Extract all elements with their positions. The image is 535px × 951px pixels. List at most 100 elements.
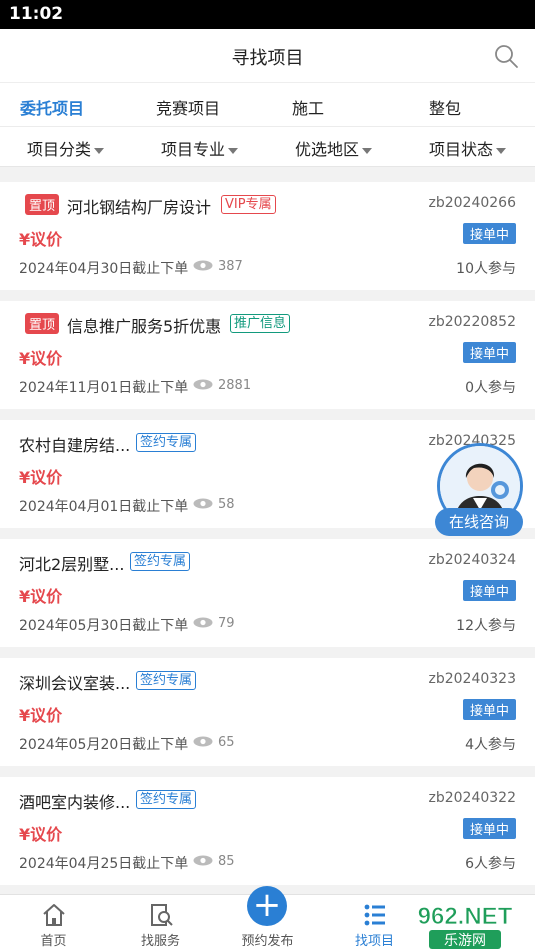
- project-title: 农村自建房结...: [19, 436, 131, 455]
- project-deadline: 2024年05月20日截止下单: [19, 737, 189, 753]
- home-icon: [42, 904, 65, 926]
- project-title: 河北钢结构厂房设计: [67, 198, 212, 217]
- project-card[interactable]: 河北2层别墅... 签约专属 zb20240324 ¥议价 接单中 2024年0…: [0, 539, 535, 647]
- project-price: ¥议价: [19, 230, 63, 249]
- project-badge: 签约专属: [136, 671, 197, 690]
- project-price: ¥议价: [19, 706, 63, 725]
- online-consult-button[interactable]: 在线咨询: [435, 443, 525, 538]
- project-code: zb20240324: [428, 552, 517, 568]
- filter-bar: 项目分类 项目专业 优选地区 项目状态: [0, 127, 535, 167]
- status-badge: 接单中: [462, 699, 516, 720]
- status-badge: 接单中: [462, 818, 516, 839]
- project-title: 酒吧室内装修...: [19, 793, 131, 812]
- project-badge: 签约专属: [130, 552, 191, 571]
- project-card[interactable]: 深圳会议室装... 签约专属 zb20240323 ¥议价 接单中 2024年0…: [0, 658, 535, 766]
- project-card[interactable]: 置顶 河北钢结构厂房设计 VIP专属 zb20240266 ¥议价 接单中 20…: [0, 182, 535, 290]
- project-title: 河北2层别墅...: [19, 555, 125, 574]
- eye-icon: [193, 617, 213, 628]
- project-participants: 12人参与: [456, 618, 516, 634]
- page-title: 寻找项目: [231, 48, 304, 69]
- watermark-logo: 962.NET 乐游网: [403, 903, 529, 949]
- tab-entrusted[interactable]: 委托项目: [20, 95, 84, 119]
- project-badge: VIP专属: [221, 195, 276, 214]
- eye-icon: [193, 260, 213, 271]
- project-card[interactable]: 酒吧室内装修... 签约专属 zb20240322 ¥议价 接单中 2024年0…: [0, 777, 535, 885]
- project-deadline: 2024年11月01日截止下单: [19, 380, 189, 396]
- nav-home[interactable]: 首页: [0, 895, 107, 949]
- filter-status[interactable]: 项目状态: [429, 136, 507, 160]
- views-count: 65: [218, 735, 235, 750]
- project-code: zb20240323: [428, 671, 517, 687]
- nav-home-label: 首页: [40, 934, 67, 949]
- category-tabs: 委托项目 竞赛项目 施工 整包: [0, 83, 535, 127]
- filter-region-label: 优选地区: [295, 140, 360, 159]
- views-count: 58: [218, 497, 235, 512]
- nav-find-service[interactable]: 找服务: [107, 895, 214, 949]
- filter-category-label: 项目分类: [27, 140, 92, 159]
- plus-icon: +: [247, 886, 287, 926]
- project-code: zb20220852: [428, 314, 517, 330]
- project-price: ¥议价: [19, 468, 63, 487]
- caret-down-icon: [228, 147, 239, 154]
- caret-down-icon: [496, 147, 507, 154]
- watermark-subtext: 乐游网: [444, 933, 486, 949]
- eye-icon: [193, 736, 213, 747]
- project-views: 85: [193, 854, 235, 869]
- project-deadline: 2024年04月25日截止下单: [19, 856, 189, 872]
- project-card[interactable]: 置顶 信息推广服务5折优惠 推广信息 zb20220852 ¥议价 接单中 20…: [0, 301, 535, 409]
- eye-icon: [193, 855, 213, 866]
- status-badge: 接单中: [462, 580, 516, 601]
- project-title: 深圳会议室装...: [19, 674, 131, 693]
- pinned-tag: 置顶: [25, 313, 60, 334]
- filter-region[interactable]: 优选地区: [295, 136, 373, 160]
- tab-construction[interactable]: 施工: [292, 95, 324, 119]
- project-views: 58: [193, 497, 235, 512]
- filter-specialty[interactable]: 项目专业: [161, 136, 239, 160]
- status-time: 11:02: [9, 4, 64, 24]
- filter-specialty-label: 项目专业: [161, 140, 226, 159]
- project-deadline: 2024年04月01日截止下单: [19, 499, 189, 515]
- filter-category[interactable]: 项目分类: [27, 136, 105, 160]
- filter-status-label: 项目状态: [429, 140, 494, 159]
- project-code: zb20240266: [428, 195, 517, 211]
- project-views: 65: [193, 735, 235, 750]
- tab-competition[interactable]: 竞赛项目: [156, 95, 220, 119]
- project-views: 387: [193, 259, 243, 274]
- nav-publish-label: 预约发布: [241, 934, 294, 949]
- project-price: ¥议价: [19, 825, 63, 844]
- project-price: ¥议价: [19, 587, 63, 606]
- watermark-text: 962.NET: [418, 903, 513, 930]
- pinned-tag: 置顶: [25, 194, 60, 215]
- project-deadline: 2024年04月30日截止下单: [19, 261, 189, 277]
- tab-package[interactable]: 整包: [429, 95, 461, 119]
- views-count: 85: [218, 854, 235, 869]
- project-views: 2881: [193, 378, 251, 393]
- views-count: 387: [218, 259, 243, 274]
- caret-down-icon: [94, 147, 105, 154]
- views-count: 2881: [218, 378, 252, 393]
- status-badge: 接单中: [462, 342, 516, 363]
- project-deadline: 2024年05月30日截止下单: [19, 618, 189, 634]
- project-participants: 6人参与: [465, 856, 516, 872]
- project-participants: 4人参与: [465, 737, 516, 753]
- list-icon: [364, 904, 385, 926]
- caret-down-icon: [362, 147, 373, 154]
- eye-icon: [193, 379, 213, 390]
- service-icon: [150, 904, 173, 926]
- consult-label: 在线咨询: [435, 508, 523, 536]
- status-badge: 接单中: [462, 223, 516, 244]
- project-badge: 推广信息: [230, 314, 291, 333]
- nav-find-service-label: 找服务: [140, 934, 180, 949]
- views-count: 79: [218, 616, 235, 631]
- project-participants: 10人参与: [456, 261, 516, 277]
- title-bar: 寻找项目: [0, 29, 535, 83]
- status-bar: 11:02: [0, 0, 535, 29]
- project-title: 信息推广服务5折优惠: [67, 317, 222, 336]
- project-code: zb20240322: [428, 790, 517, 806]
- project-participants: 0人参与: [465, 380, 516, 396]
- project-price: ¥议价: [19, 349, 63, 368]
- eye-icon: [193, 498, 213, 509]
- project-badge: 签约专属: [136, 433, 197, 452]
- search-icon[interactable]: [493, 43, 519, 69]
- project-views: 79: [193, 616, 235, 631]
